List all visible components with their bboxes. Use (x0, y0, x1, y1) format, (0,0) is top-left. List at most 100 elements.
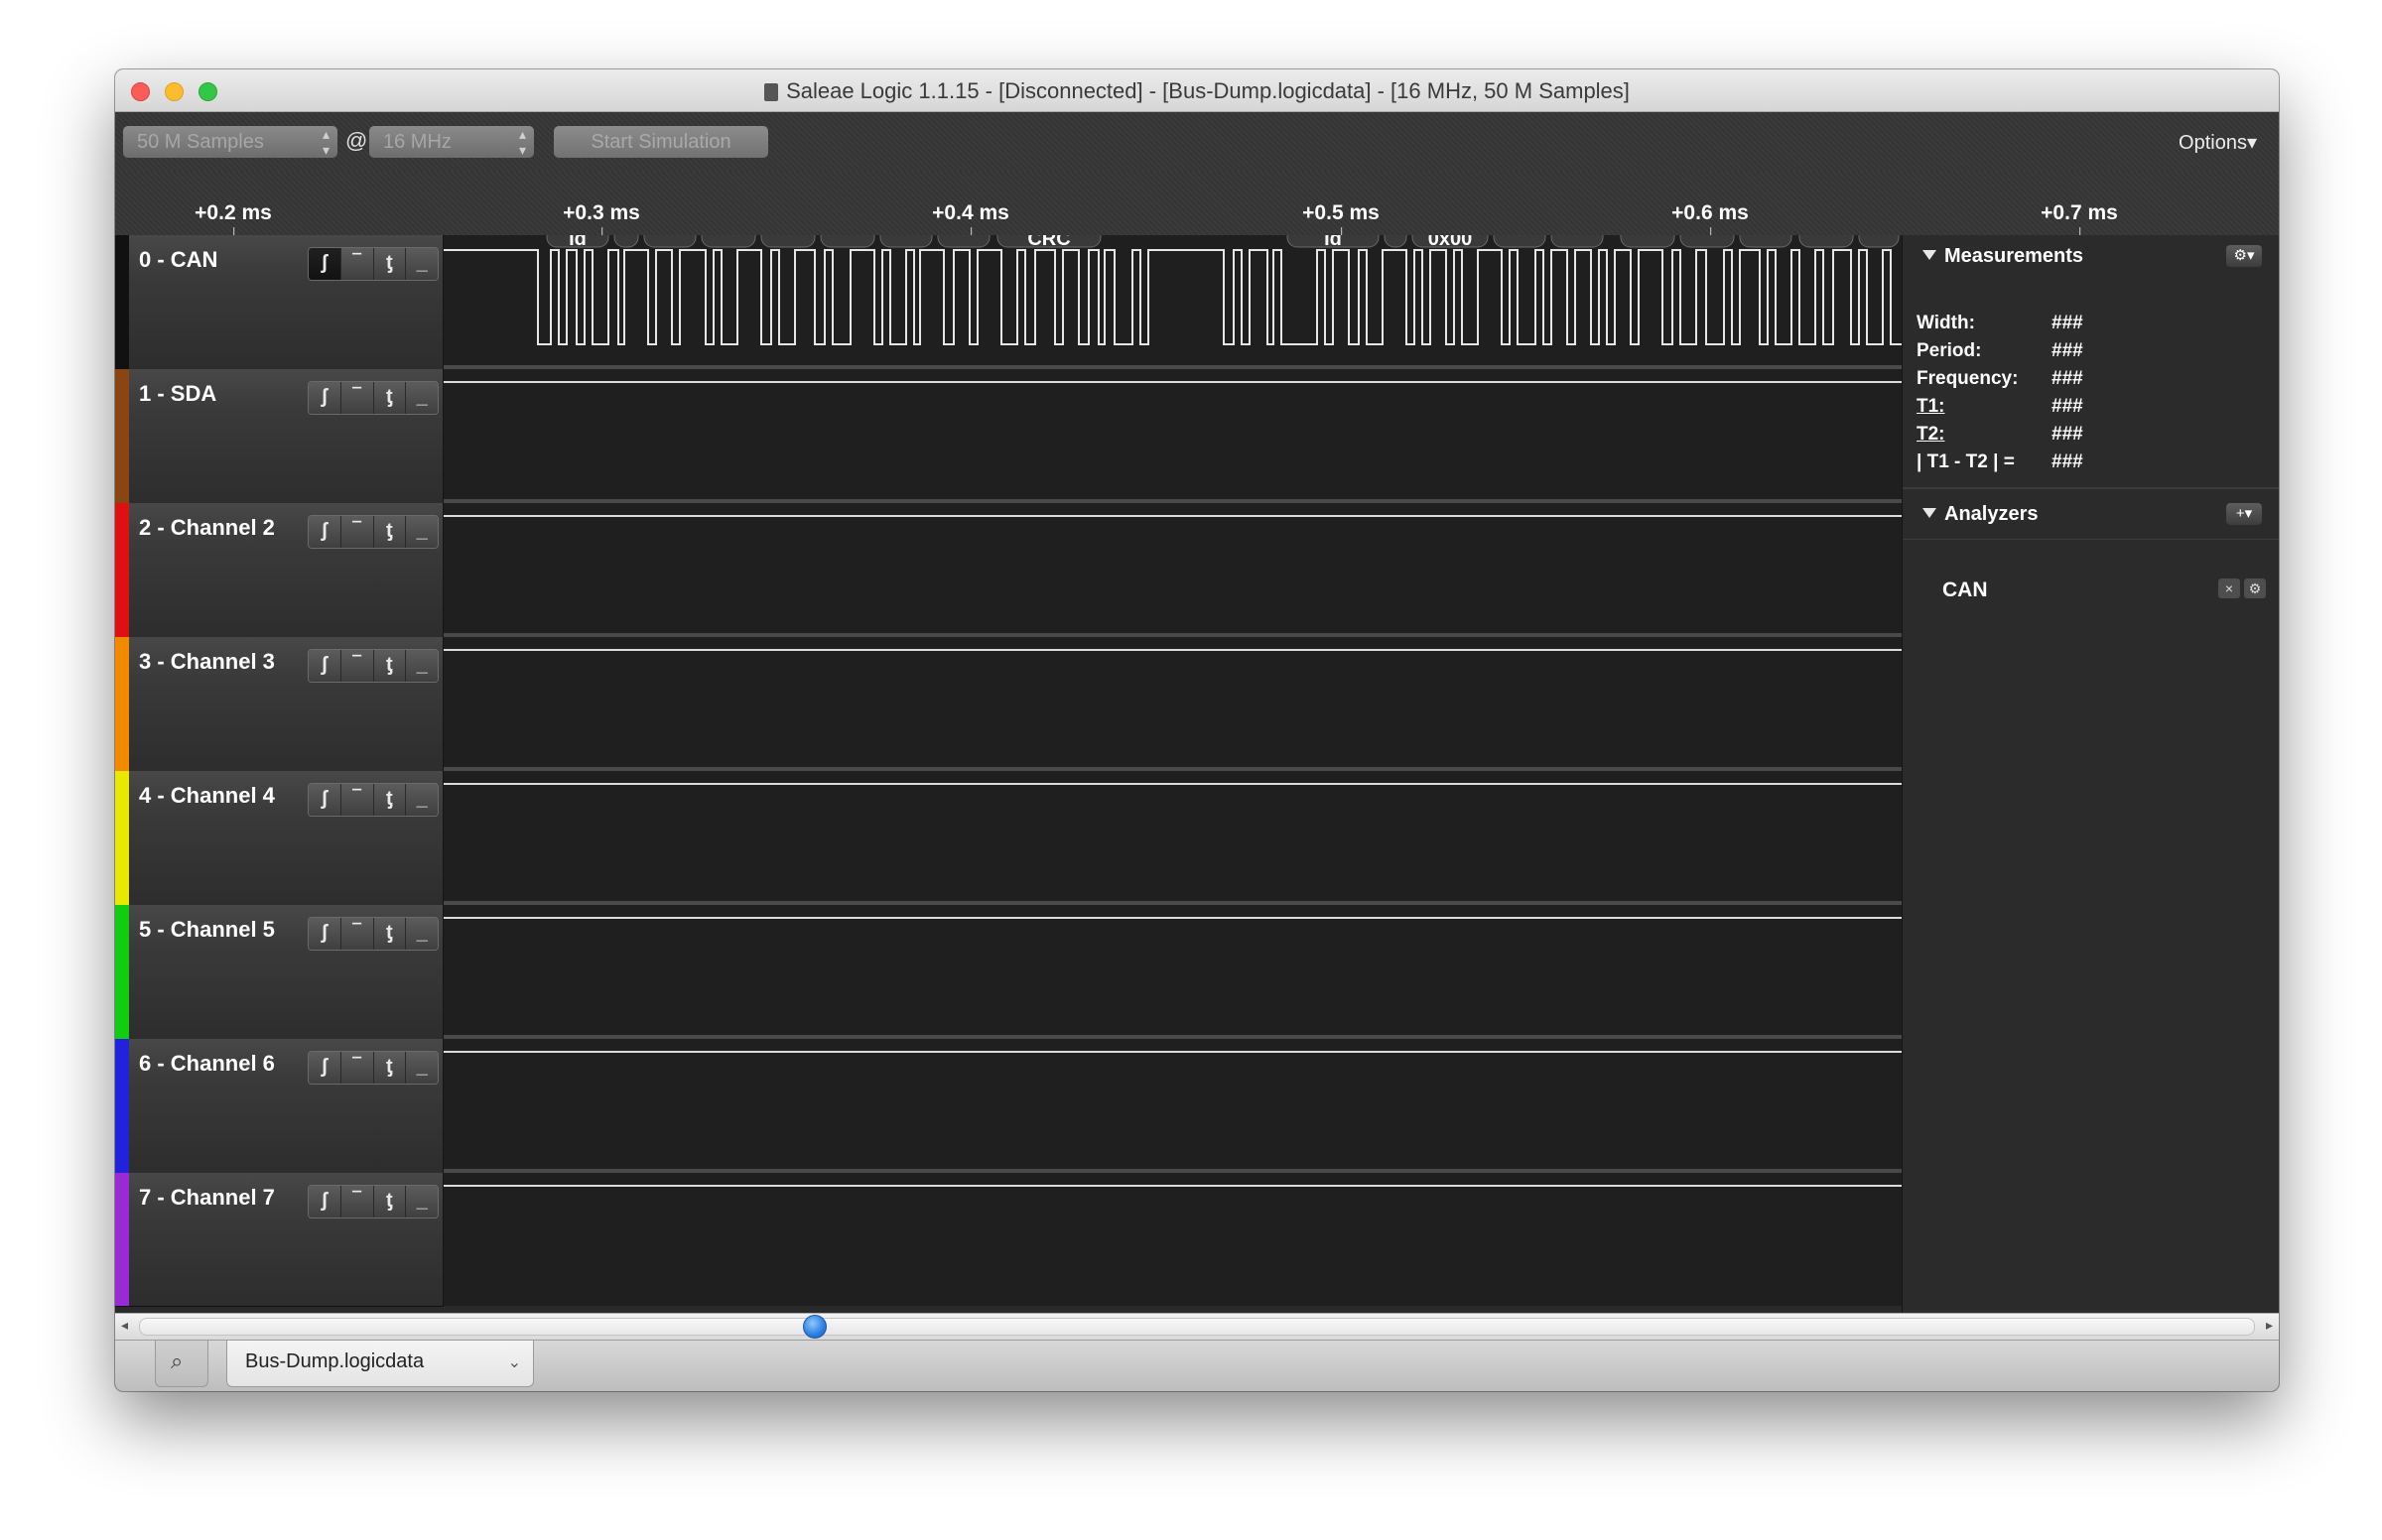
horizontal-scrollbar[interactable]: ◂ ▸ (115, 1313, 2279, 1340)
can-frame-label: 0x00 (1428, 235, 1473, 250)
signal-trace (444, 649, 1902, 651)
document-tab-label: Bus-Dump.logicdata (245, 1350, 425, 1372)
samples-select-value: 50 M Samples (137, 131, 264, 153)
rising-edge-trigger-button[interactable]: ʃ (309, 1052, 341, 1084)
high-level-trigger-button[interactable]: ‾ (340, 1052, 374, 1084)
rising-edge-trigger-button[interactable]: ʃ (309, 1186, 341, 1218)
analyzers-header[interactable]: Analyzers +▾ (1903, 495, 2279, 535)
falling-edge-trigger-button[interactable]: ƫ (373, 382, 407, 414)
channel-label[interactable]: 6 - Channel 6 ʃ ‾ ƫ _ (115, 1039, 444, 1174)
low-level-trigger-button[interactable]: _ (406, 1186, 438, 1218)
analyzer-item[interactable]: CAN (1942, 578, 1988, 602)
rising-edge-trigger-button[interactable]: ʃ (309, 516, 341, 548)
waveform-area[interactable] (444, 503, 1902, 637)
low-level-trigger-button[interactable]: _ (406, 382, 438, 414)
measurement-value: ### (2051, 396, 2083, 417)
rising-edge-trigger-button[interactable]: ʃ (309, 248, 341, 280)
rising-edge-trigger-button[interactable]: ʃ (309, 918, 341, 950)
toolbar: 50 M Samples ▴ ▾ @ 16 MHz ▴ ▾ Start Simula… (115, 112, 2279, 172)
waveform-area[interactable] (444, 369, 1902, 503)
time-tick: +0.2 ms (195, 201, 272, 235)
channel-name: 6 - Channel 6 (139, 1051, 275, 1076)
falling-edge-trigger-button[interactable]: ƫ (373, 918, 407, 950)
rising-edge-trigger-button[interactable]: ʃ (309, 650, 341, 682)
high-level-trigger-button[interactable]: ‾ (340, 248, 374, 280)
start-simulation-button[interactable]: Start Simulation (554, 126, 768, 158)
scroll-left-arrow-icon[interactable]: ◂ (121, 1317, 128, 1334)
channel-name: 0 - CAN (139, 247, 218, 272)
high-level-trigger-button[interactable]: ‾ (340, 382, 374, 414)
falling-edge-trigger-button[interactable]: ƫ (373, 1052, 407, 1084)
channel-color-bar (115, 369, 129, 503)
low-level-trigger-button[interactable]: _ (406, 516, 438, 548)
chevron-down-icon[interactable]: ⌄ (508, 1352, 521, 1372)
low-level-trigger-button[interactable]: _ (406, 650, 438, 682)
channel-row: 7 - Channel 7 ʃ ‾ ƫ _ (115, 1173, 1902, 1307)
channel-color-bar (115, 637, 129, 771)
waveform-area[interactable] (444, 1039, 1902, 1173)
falling-edge-trigger-button[interactable]: ƫ (373, 650, 407, 682)
signal-trace (444, 1051, 1902, 1053)
high-level-trigger-button[interactable]: ‾ (340, 516, 374, 548)
scroll-track[interactable] (139, 1318, 2255, 1336)
low-level-trigger-button[interactable]: _ (406, 1052, 438, 1084)
t2-marker-link[interactable]: T2: (1917, 424, 1945, 445)
options-menu-button[interactable]: Options▾ (2179, 130, 2257, 155)
rising-edge-trigger-button[interactable]: ʃ (309, 382, 341, 414)
high-level-trigger-button[interactable]: ‾ (340, 1186, 374, 1218)
channel-color-bar (115, 503, 129, 637)
protocol-bubbles (546, 235, 1900, 248)
channel-label[interactable]: 2 - Channel 2 ʃ ‾ ƫ _ (115, 503, 444, 638)
waveform-area[interactable] (444, 637, 1902, 771)
falling-edge-trigger-button[interactable]: ƫ (373, 516, 407, 548)
low-level-trigger-button[interactable]: _ (406, 248, 438, 280)
measurement-value: ### (2051, 424, 2083, 445)
t1-marker-link[interactable]: T1: (1917, 396, 1945, 417)
low-level-trigger-button[interactable]: _ (406, 918, 438, 950)
sample-rate-select[interactable]: 16 MHz ▴ ▾ (369, 126, 534, 158)
channel-name: 3 - Channel 3 (139, 649, 275, 674)
measurement-value: ### (2051, 368, 2083, 389)
title-bar: Saleae Logic 1.1.15 - [Disconnected] - [… (115, 69, 2279, 112)
panel-divider (1903, 539, 2279, 540)
falling-edge-trigger-button[interactable]: ƫ (373, 248, 407, 280)
low-level-trigger-button[interactable]: _ (406, 784, 438, 816)
samples-select[interactable]: 50 M Samples ▴ ▾ (123, 126, 337, 158)
measurements-header[interactable]: Measurements ⚙▾ (1903, 237, 2279, 277)
analyzer-settings-gear-icon[interactable]: ⚙ (2244, 578, 2266, 598)
scroll-thumb[interactable] (803, 1315, 827, 1339)
waveform-area[interactable] (444, 905, 1902, 1039)
channel-name: 5 - Channel 5 (139, 917, 275, 942)
measurement-label: Frequency: (1917, 368, 2019, 389)
time-ruler[interactable]: +0.2 ms +0.3 ms +0.4 ms +0.5 ms +0.6 ms … (115, 172, 2279, 235)
channel-color-bar (115, 771, 129, 905)
search-tab[interactable]: ⌕ (155, 1341, 208, 1387)
document-tab[interactable]: Bus-Dump.logicdata ⌄ (226, 1341, 534, 1387)
measurement-row: | T1 - T2 | = ### (1917, 451, 2083, 473)
can-waveform[interactable]: Id CRC Id 0x00 (444, 235, 1902, 365)
falling-edge-trigger-button[interactable]: ƫ (373, 784, 407, 816)
channel-label[interactable]: 4 - Channel 4 ʃ ‾ ƫ _ (115, 771, 444, 906)
channel-color-bar (115, 1039, 129, 1173)
stepper-icon: ▴ ▾ (518, 126, 526, 158)
channel-label[interactable]: 1 - SDA ʃ ‾ ƫ _ (115, 369, 444, 504)
scroll-right-arrow-icon[interactable]: ▸ (2266, 1317, 2273, 1334)
add-analyzer-button[interactable]: +▾ (2226, 503, 2262, 525)
measurements-title: Measurements (1944, 245, 2084, 267)
remove-analyzer-button[interactable]: × (2218, 578, 2240, 598)
high-level-trigger-button[interactable]: ‾ (340, 650, 374, 682)
waveform-area[interactable] (444, 771, 1902, 905)
falling-edge-trigger-button[interactable]: ƫ (373, 1186, 407, 1218)
channel-label[interactable]: 0 - CAN ʃ ‾ ƫ _ (115, 235, 444, 370)
can-frame-label: CRC (1027, 235, 1070, 250)
channel-label[interactable]: 7 - Channel 7 ʃ ‾ ƫ _ (115, 1173, 444, 1307)
trigger-buttons: ʃ ‾ ƫ _ (308, 1185, 439, 1219)
channel-label[interactable]: 3 - Channel 3 ʃ ‾ ƫ _ (115, 637, 444, 772)
channel-label[interactable]: 5 - Channel 5 ʃ ‾ ƫ _ (115, 905, 444, 1040)
rising-edge-trigger-button[interactable]: ʃ (309, 784, 341, 816)
high-level-trigger-button[interactable]: ‾ (340, 784, 374, 816)
measurement-label: Period: (1917, 340, 1982, 361)
high-level-trigger-button[interactable]: ‾ (340, 918, 374, 950)
measurements-settings-button[interactable]: ⚙▾ (2226, 245, 2262, 267)
waveform-area[interactable] (444, 1173, 1902, 1306)
